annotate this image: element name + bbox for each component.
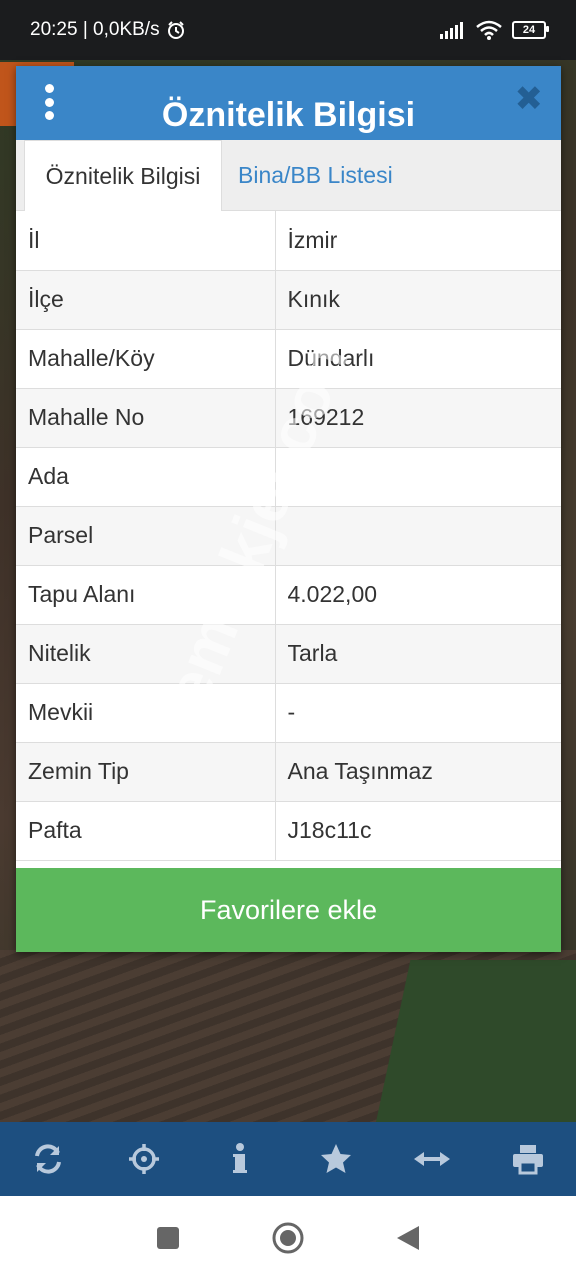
row-key: Pafta [16, 801, 276, 861]
row-key: İlçe [16, 270, 276, 330]
row-key: Zemin Tip [16, 742, 276, 802]
dialog-header: Öznitelik Bilgisi ✖ [16, 66, 561, 140]
row-value: - [275, 683, 561, 743]
table-row: İl İzmir [16, 211, 561, 271]
signal-icon [440, 22, 463, 39]
print-icon [513, 1145, 543, 1175]
tab-building-list[interactable]: Bina/BB Listesi [222, 140, 405, 210]
info-button[interactable] [210, 1129, 270, 1189]
map-toolbar [0, 1122, 576, 1196]
table-row: İlçe Kınık [16, 270, 561, 330]
star-icon [321, 1144, 351, 1173]
battery-level: 24 [522, 24, 536, 36]
close-icon[interactable]: ✖ [515, 82, 544, 116]
home-icon[interactable] [271, 1221, 305, 1255]
tab-bar: Öznitelik Bilgisi Bina/BB Listesi [16, 140, 561, 211]
status-bar: 20:25 | 0,0KB/s 24 [0, 0, 576, 60]
row-value: Ana Taşınmaz [275, 742, 561, 802]
row-key: Mahalle No [16, 388, 276, 448]
tab-attribute-info[interactable]: Öznitelik Bilgisi [24, 140, 222, 211]
row-value [275, 506, 561, 566]
measure-button[interactable] [402, 1129, 462, 1189]
table-row: Pafta J18c11c [16, 801, 561, 861]
print-button[interactable] [498, 1129, 558, 1189]
table-row: Zemin Tip Ana Taşınmaz [16, 742, 561, 802]
recent-apps-icon[interactable] [155, 1225, 181, 1251]
table-row: Nitelik Tarla [16, 624, 561, 684]
refresh-button[interactable] [18, 1129, 78, 1189]
alarm-icon [167, 21, 184, 39]
table-row: Tapu Alanı 4.022,00 [16, 565, 561, 625]
add-favorite-button[interactable]: Favorilere ekle [16, 868, 561, 952]
battery-icon: 24 [512, 21, 549, 39]
refresh-icon [35, 1144, 61, 1174]
table-row: Mevkii - [16, 683, 561, 743]
row-value: Tarla [275, 624, 561, 684]
system-nav-bar [0, 1196, 576, 1280]
info-icon [233, 1143, 247, 1173]
row-value: İzmir [275, 211, 561, 271]
status-time: 20:25 | 0,0KB/s [30, 19, 160, 40]
row-value: J18c11c [275, 801, 561, 861]
row-key: Mevkii [16, 683, 276, 743]
row-value: 4.022,00 [275, 565, 561, 625]
map-green-area [376, 960, 576, 1122]
row-key: Mahalle/Köy [16, 329, 276, 389]
favorites-button[interactable] [306, 1129, 366, 1189]
locate-button[interactable] [114, 1129, 174, 1189]
locate-icon [129, 1144, 159, 1174]
dialog-title: Öznitelik Bilgisi [161, 96, 416, 134]
row-key: İl [16, 211, 276, 271]
back-icon[interactable] [395, 1224, 421, 1252]
wifi-icon [476, 20, 502, 40]
measure-icon [414, 1152, 450, 1166]
